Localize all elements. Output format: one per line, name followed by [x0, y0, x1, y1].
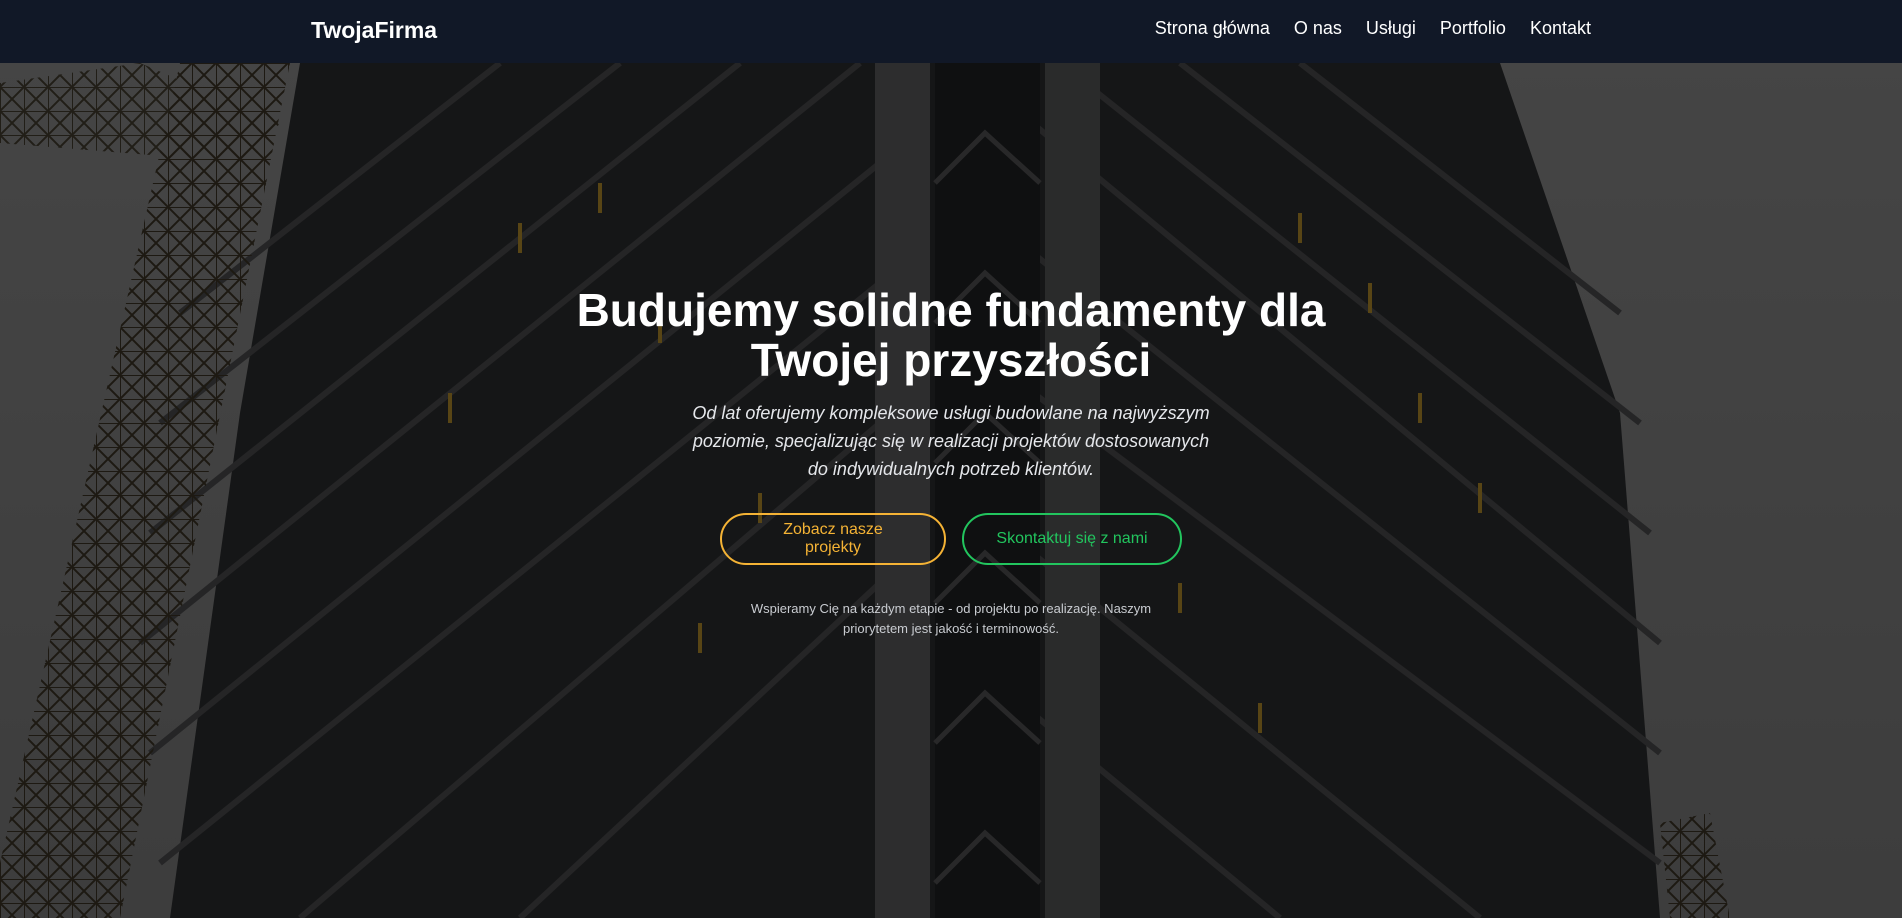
navbar: TwojaFirma Strona główna O nas Usługi Po… [0, 0, 1902, 63]
hero-section: Budujemy solidne fundamenty dla Twojej p… [0, 63, 1902, 918]
hero-content: Budujemy solidne fundamenty dla Twojej p… [0, 285, 1902, 639]
nav-menu: Strona główna O nas Usługi Portfolio Kon… [1155, 18, 1591, 39]
hero-title: Budujemy solidne fundamenty dla Twojej p… [576, 284, 1326, 386]
brand-logo[interactable]: TwojaFirma [311, 17, 437, 44]
contact-us-button[interactable]: Skontaktuj się z nami [962, 513, 1182, 565]
nav-link-portfolio[interactable]: Portfolio [1440, 18, 1506, 39]
hero-buttons: Zobacz nasze projekty Skontaktuj się z n… [0, 513, 1902, 565]
view-projects-button[interactable]: Zobacz nasze projekty [720, 513, 946, 565]
nav-link-services[interactable]: Usługi [1366, 18, 1416, 39]
hero-subtitle: Od lat oferujemy kompleksowe usługi budo… [692, 403, 1210, 479]
nav-link-home[interactable]: Strona główna [1155, 18, 1270, 39]
hero-note: Wspieramy Cię na każdym etapie - od proj… [750, 601, 1152, 636]
nav-link-about[interactable]: O nas [1294, 18, 1342, 39]
nav-link-contact[interactable]: Kontakt [1530, 18, 1591, 39]
